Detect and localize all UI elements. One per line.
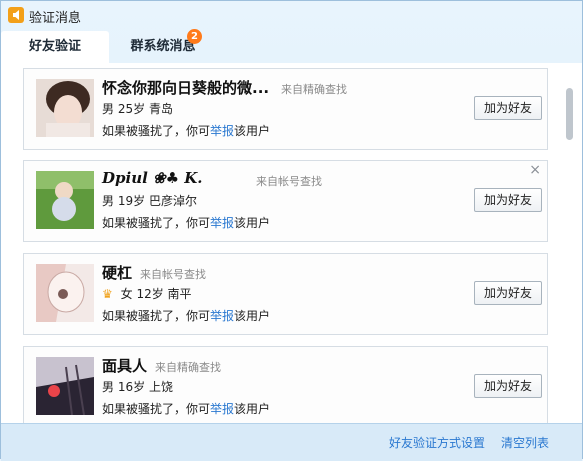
requester-name: 硬杠 xyxy=(102,264,133,282)
title-bar: 验证消息 xyxy=(1,1,582,31)
add-friend-button[interactable]: 加为好友 xyxy=(474,281,542,305)
request-card: × Dpiul ❀♣ K. 来自帐号查找 男 19岁 巴彦淖尔 如果被骚扰了，你… xyxy=(23,160,548,242)
report-notice-tail: 该用户 xyxy=(234,402,271,416)
avatar xyxy=(36,357,94,415)
report-notice: 如果被骚扰了，你可举报该用户 xyxy=(102,214,270,231)
report-notice-text: 如果被骚扰了，你可 xyxy=(102,124,211,138)
report-link[interactable]: 举报 xyxy=(210,216,234,230)
verification-settings-link[interactable]: 好友验证方式设置 xyxy=(389,434,485,451)
avatar xyxy=(36,171,94,229)
report-link[interactable]: 举报 xyxy=(210,402,234,416)
location: 南平 xyxy=(167,287,192,301)
clear-list-link[interactable]: 清空列表 xyxy=(501,434,549,451)
requester-name: Dpiul ❀♣ K. xyxy=(102,169,203,187)
requester-info: 男 25岁 青岛 xyxy=(102,100,173,117)
request-card: 面具人 来自精确查找 男 16岁 上饶 如果被骚扰了，你可举报该用户 加为好友 xyxy=(23,346,548,428)
report-link[interactable]: 举报 xyxy=(210,124,234,138)
gender: 男 xyxy=(102,380,115,394)
request-list: 怀念你那向日葵般的微... 来自精确查找 男 25岁 青岛 如果被骚扰了，你可举… xyxy=(1,63,582,428)
requester-info: 男 19岁 巴彦淖尔 xyxy=(102,192,197,209)
report-notice-text: 如果被骚扰了，你可 xyxy=(102,402,211,416)
report-notice: 如果被骚扰了，你可举报该用户 xyxy=(102,400,270,417)
request-card: 怀念你那向日葵般的微... 来自精确查找 男 25岁 青岛 如果被骚扰了，你可举… xyxy=(23,68,548,150)
gender: 男 xyxy=(102,102,115,116)
tab-group-system-messages-label: 群系统消息 xyxy=(130,39,196,54)
avatar xyxy=(36,264,94,322)
tab-bar: 好友验证 群系统消息 2 xyxy=(1,29,582,63)
crown-icon: ♛ xyxy=(102,287,113,301)
age: 12岁 xyxy=(136,287,164,301)
scrollbar[interactable] xyxy=(564,63,574,423)
verification-window: 验证消息 好友验证 群系统消息 2 怀念你那向日葵般的微... 来自精确查找 男… xyxy=(0,0,583,461)
requester-name: 面具人 xyxy=(102,357,148,375)
close-icon[interactable]: × xyxy=(529,162,541,178)
location: 上饶 xyxy=(148,380,173,394)
age: 19岁 xyxy=(117,194,146,208)
scrollbar-thumb[interactable] xyxy=(566,88,573,140)
report-notice-tail: 该用户 xyxy=(234,124,271,138)
footer-bar: 好友验证方式设置 清空列表 xyxy=(1,423,582,461)
location: 青岛 xyxy=(148,102,173,116)
request-source: 来自帐号查找 xyxy=(140,268,206,281)
window-title: 验证消息 xyxy=(29,11,82,26)
add-friend-button[interactable]: 加为好友 xyxy=(474,96,542,120)
report-notice-text: 如果被骚扰了，你可 xyxy=(102,309,211,323)
age: 25岁 xyxy=(117,102,146,116)
report-notice: 如果被骚扰了，你可举报该用户 xyxy=(102,122,270,139)
tab-friend-verification[interactable]: 好友验证 xyxy=(1,31,109,63)
avatar xyxy=(36,79,94,137)
requester-name: 怀念你那向日葵般的微... xyxy=(102,79,270,97)
add-friend-button[interactable]: 加为好友 xyxy=(474,374,542,398)
speaker-icon xyxy=(8,7,24,23)
gender: 男 xyxy=(102,194,115,208)
request-source: 来自帐号查找 xyxy=(256,175,322,188)
location: 巴彦淖尔 xyxy=(148,194,197,208)
requester-info: 男 16岁 上饶 xyxy=(102,378,173,395)
request-card: 硬杠 来自帐号查找 ♛ 女 12岁 南平 如果被骚扰了，你可举报该用户 加为好友 xyxy=(23,253,548,335)
notification-badge: 2 xyxy=(187,29,202,44)
report-link[interactable]: 举报 xyxy=(210,309,234,323)
tab-friend-verification-label: 好友验证 xyxy=(28,39,81,54)
request-source: 来自精确查找 xyxy=(155,361,221,374)
add-friend-button[interactable]: 加为好友 xyxy=(474,188,542,212)
request-source: 来自精确查找 xyxy=(281,83,347,96)
report-notice: 如果被骚扰了，你可举报该用户 xyxy=(102,307,270,324)
requester-info: ♛ 女 12岁 南平 xyxy=(102,285,192,302)
report-notice-text: 如果被骚扰了，你可 xyxy=(102,216,211,230)
gender: 女 xyxy=(120,287,133,301)
age: 16岁 xyxy=(117,380,146,394)
report-notice-tail: 该用户 xyxy=(234,216,271,230)
report-notice-tail: 该用户 xyxy=(234,309,271,323)
